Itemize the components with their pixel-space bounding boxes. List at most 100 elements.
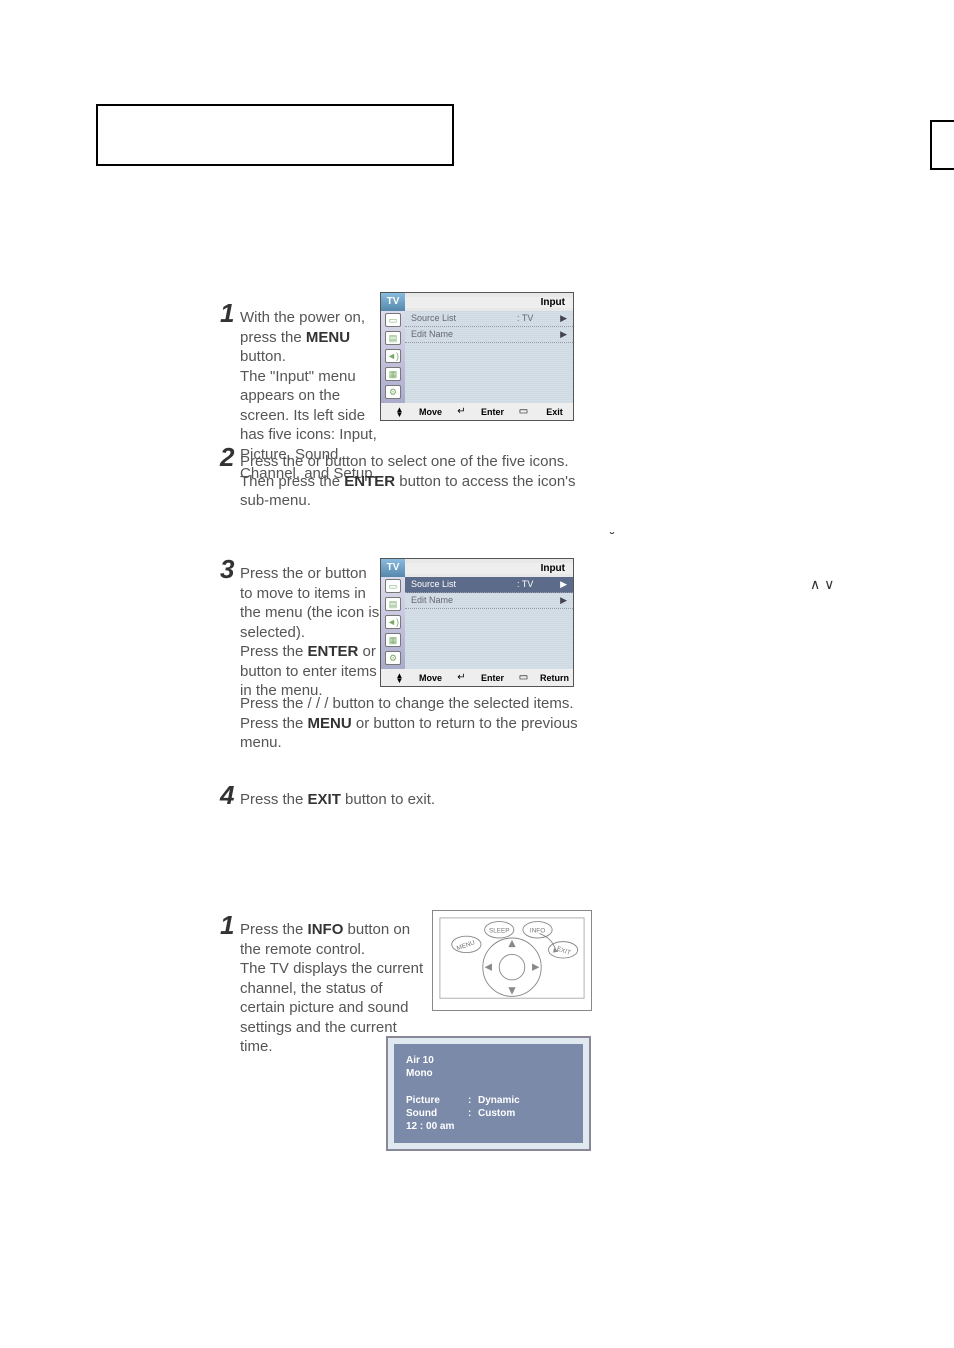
osd-footer: ▲▼Move ↵Enter ▭Exit [381,403,573,420]
icon-sound-icon: ◄) [385,349,401,363]
row-value [517,329,557,340]
osd-footer: ▲▼Move ↵Enter ▭Return [381,669,573,686]
row-value: : TV [517,579,557,590]
enter-bold: ENTER [308,643,359,660]
osd-row-edit-name: Edit Name ▶ [405,593,573,609]
info-picture-label: Picture [406,1094,468,1107]
osd-row-source-list: Source List : TV ▶ [405,311,573,327]
step-4-text-b: button to exit. [341,791,435,808]
footer-enter: ↵Enter [447,406,507,417]
side-caret-fragment: ∧ ∨ [810,576,834,593]
row-arrow-icon: ▶ [557,595,567,606]
step-3-text-a: Press the or button to move to items in … [240,565,379,641]
remote-info-label: INFO [530,928,545,935]
step-4-text-a: Press the [240,791,308,808]
info-row-sound: Sound:Custom [406,1107,571,1120]
enter-bold: ENTER [344,473,395,490]
osd-menu-1: TV Input ▭ ▤ ◄) ▦ ⚙ Source List : TV ▶ E… [380,292,574,421]
row-arrow-icon: ▶ [557,313,567,324]
enter-icon: ↵ [447,406,476,417]
footer-move-label: Move [416,407,445,417]
osd-row-edit-name: Edit Name ▶ [405,327,573,343]
remote-sleep-label: SLEEP [489,928,510,935]
icon-picture-icon: ▤ [385,597,401,611]
remote-svg-icon: MENU SLEEP INFO EXIT [439,917,585,999]
row-label: Edit Name [411,595,517,606]
osd-title: Input [405,297,573,308]
info-step-1-number: 1 [220,910,234,941]
footer-enter: ↵Enter [447,672,507,683]
osd-tv-label: TV [381,559,405,577]
step-3-text-b1: Press the [240,643,308,660]
footer-return-label: Return [540,673,569,683]
osd-title: Input [405,563,573,574]
info-channel: Air 10 [406,1054,571,1067]
info-step-text-a: Press the [240,921,308,938]
info-picture-value: Dynamic [478,1094,520,1107]
row-arrow-icon: ▶ [557,579,567,590]
step-2-number: 2 [220,442,234,473]
updown-icon: ▲▼ [385,407,414,417]
footer-exit-label: Exit [540,407,569,417]
osd-menu-2: TV Input ▭ ▤ ◄) ▦ ⚙ Source List : TV ▶ E… [380,558,574,687]
footer-move: ▲▼Move [385,672,445,683]
icon-channel-icon: ▦ [385,633,401,647]
exit-icon: ▭ [509,406,538,417]
enter-icon: ↵ [447,672,476,683]
icon-picture-icon: ▤ [385,331,401,345]
step-1-text-b: button. [240,348,286,365]
step-4-text: Press the EXIT button to exit. [240,790,580,810]
row-value: : TV [517,313,557,324]
icon-input-icon: ▭ [385,313,401,327]
row-label: Source List [411,313,517,324]
colon: : [468,1094,478,1107]
return-icon: ▭ [509,672,538,683]
osd-tv-label: TV [381,293,405,311]
info-sound-label: Sound [406,1107,468,1120]
colon: : [468,1107,478,1120]
osd-icon-strip: ▭ ▤ ◄) ▦ ⚙ [381,311,405,403]
updown-icon: ▲▼ [385,673,414,683]
icon-setup-icon: ⚙ [385,651,401,665]
footer-enter-label: Enter [478,407,507,417]
step-2-text: Press the or button to select one of the… [240,452,580,511]
footer-move: ▲▼Move [385,406,445,417]
row-label: Edit Name [411,329,517,340]
osd-pane: Source List : TV ▶ Edit Name ▶ [405,311,573,403]
title-box [96,104,454,166]
small-caret-fragment: ˘ [610,529,615,545]
remote-illustration: MENU SLEEP INFO EXIT [432,910,592,1011]
menu-bold: MENU [308,715,352,732]
remote-exit-label: EXIT [556,945,572,956]
row-label: Source List [411,579,517,590]
osd-header: TV Input [381,559,573,577]
step-1-number: 1 [220,298,234,329]
exit-bold: EXIT [308,791,341,808]
info-sound-mode: Mono [406,1067,571,1080]
osd-body: ▭ ▤ ◄) ▦ ⚙ Source List : TV ▶ Edit Name … [381,311,573,403]
right-crop-mark [930,120,954,170]
info-row-picture: Picture:Dynamic [406,1094,571,1107]
icon-input-icon: ▭ [385,579,401,593]
footer-return: ▭Return [509,672,569,683]
step-4-number: 4 [220,780,234,811]
osd-pane: Source List : TV ▶ Edit Name ▶ [405,577,573,669]
remote-menu-label: MENU [456,939,476,952]
step-3-text-block-b: Press the / / / button to change the sel… [240,694,620,753]
osd-icon-strip: ▭ ▤ ◄) ▦ ⚙ [381,577,405,669]
info-time: 12 : 00 am [406,1120,571,1133]
footer-exit: ▭Exit [509,406,569,417]
icon-setup-icon: ⚙ [385,385,401,399]
icon-channel-icon: ▦ [385,367,401,381]
info-display-panel: Air 10 Mono Picture:Dynamic Sound:Custom… [386,1036,591,1151]
osd-body: ▭ ▤ ◄) ▦ ⚙ Source List : TV ▶ Edit Name … [381,577,573,669]
step-3-text-d1: Press the [240,715,308,732]
info-bold: INFO [308,921,344,938]
row-arrow-icon: ▶ [557,329,567,340]
step-3-text-c: Press the / / / button to change the sel… [240,695,574,712]
footer-enter-label: Enter [478,673,507,683]
icon-sound-icon: ◄) [385,615,401,629]
step-3-number: 3 [220,554,234,585]
info-panel-inner: Air 10 Mono Picture:Dynamic Sound:Custom… [394,1044,583,1143]
osd-row-source-list-selected: Source List : TV ▶ [405,577,573,593]
